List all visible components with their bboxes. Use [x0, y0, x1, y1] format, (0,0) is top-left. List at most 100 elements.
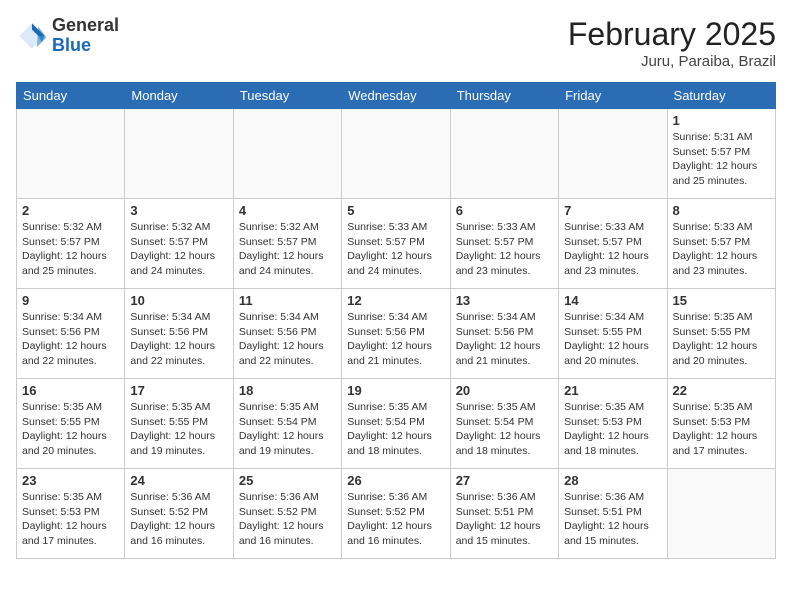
day-info: Sunrise: 5:33 AM Sunset: 5:57 PM Dayligh… [456, 220, 553, 279]
day-cell: 6Sunrise: 5:33 AM Sunset: 5:57 PM Daylig… [450, 199, 558, 289]
day-cell: 16 Sunrise: 5:35 AM Sunset: 5:55 PM Dayli… [17, 379, 125, 469]
logo-icon [16, 20, 48, 52]
day-number: 8 [673, 203, 770, 218]
day-number: 14 [564, 293, 661, 308]
day-cell: 25 Sunrise: 5:36 AM Sunset: 5:52 PM Dayli… [233, 469, 341, 559]
day-cell: 1Sunrise: 5:31 AM Sunset: 5:57 PM Daylig… [667, 109, 775, 199]
day-info: Sunrise: 5:35 AM Sunset: 5:53 PM Dayligh… [673, 400, 770, 459]
day-number: 10 [130, 293, 227, 308]
day-cell: 11Sunrise: 5:34 AM Sunset: 5:56 PM Dayli… [233, 289, 341, 379]
weekday-header-monday: Monday [125, 83, 233, 109]
day-cell [17, 109, 125, 199]
day-cell: 22Sunrise: 5:35 AM Sunset: 5:53 PM Dayli… [667, 379, 775, 469]
day-cell: 13 Sunrise: 5:34 AM Sunset: 5:56 PM Dayli… [450, 289, 558, 379]
day-cell [233, 109, 341, 199]
location: Juru, Paraiba, Brazil [568, 53, 776, 70]
day-cell: 23 Sunrise: 5:35 AM Sunset: 5:53 PM Dayli… [17, 469, 125, 559]
day-info: Sunrise: 5:34 AM Sunset: 5:56 PM Dayligh… [130, 310, 227, 369]
day-number: 23 [22, 473, 119, 488]
day-cell: 19 Sunrise: 5:35 AM Sunset: 5:54 PM Dayli… [342, 379, 450, 469]
title-block: February 2025 Juru, Paraiba, Brazil [568, 16, 776, 70]
day-cell [667, 469, 775, 559]
day-number: 17 [130, 383, 227, 398]
day-number: 4 [239, 203, 336, 218]
day-number: 28 [564, 473, 661, 488]
day-cell: 24 Sunrise: 5:36 AM Sunset: 5:52 PM Dayli… [125, 469, 233, 559]
day-cell: 21 Sunrise: 5:35 AM Sunset: 5:53 PM Dayli… [559, 379, 667, 469]
page-header: General Blue February 2025 Juru, Paraiba… [16, 16, 776, 70]
day-number: 27 [456, 473, 553, 488]
day-info: Sunrise: 5:34 AM Sunset: 5:56 PM Dayligh… [456, 310, 553, 369]
day-number: 19 [347, 383, 444, 398]
weekday-header-wednesday: Wednesday [342, 83, 450, 109]
day-number: 20 [456, 383, 553, 398]
day-info: Sunrise: 5:35 AM Sunset: 5:54 PM Dayligh… [347, 400, 444, 459]
day-cell: 15 Sunrise: 5:35 AM Sunset: 5:55 PM Dayli… [667, 289, 775, 379]
day-info: Sunrise: 5:33 AM Sunset: 5:57 PM Dayligh… [673, 220, 770, 279]
day-info: Sunrise: 5:36 AM Sunset: 5:52 PM Dayligh… [130, 490, 227, 549]
day-info: Sunrise: 5:33 AM Sunset: 5:57 PM Dayligh… [564, 220, 661, 279]
day-cell [450, 109, 558, 199]
week-row-4: 16 Sunrise: 5:35 AM Sunset: 5:55 PM Dayli… [17, 379, 776, 469]
day-cell: 17 Sunrise: 5:35 AM Sunset: 5:55 PM Dayli… [125, 379, 233, 469]
day-info: Sunrise: 5:36 AM Sunset: 5:52 PM Dayligh… [239, 490, 336, 549]
day-info: Sunrise: 5:35 AM Sunset: 5:55 PM Dayligh… [673, 310, 770, 369]
day-number: 7 [564, 203, 661, 218]
day-info: Sunrise: 5:34 AM Sunset: 5:55 PM Dayligh… [564, 310, 661, 369]
day-info: Sunrise: 5:34 AM Sunset: 5:56 PM Dayligh… [22, 310, 119, 369]
day-number: 2 [22, 203, 119, 218]
day-number: 13 [456, 293, 553, 308]
logo-text: General Blue [52, 16, 119, 56]
day-info: Sunrise: 5:35 AM Sunset: 5:53 PM Dayligh… [22, 490, 119, 549]
day-cell: 2 Sunrise: 5:32 AM Sunset: 5:57 PM Daylig… [17, 199, 125, 289]
day-info: Sunrise: 5:35 AM Sunset: 5:55 PM Dayligh… [130, 400, 227, 459]
day-number: 18 [239, 383, 336, 398]
day-number: 16 [22, 383, 119, 398]
day-cell: 4 Sunrise: 5:32 AM Sunset: 5:57 PM Daylig… [233, 199, 341, 289]
day-info: Sunrise: 5:32 AM Sunset: 5:57 PM Dayligh… [130, 220, 227, 279]
calendar: SundayMondayTuesdayWednesdayThursdayFrid… [16, 82, 776, 559]
weekday-header-tuesday: Tuesday [233, 83, 341, 109]
weekday-header-row: SundayMondayTuesdayWednesdayThursdayFrid… [17, 83, 776, 109]
day-number: 5 [347, 203, 444, 218]
day-cell: 26 Sunrise: 5:36 AM Sunset: 5:52 PM Dayli… [342, 469, 450, 559]
day-info: Sunrise: 5:35 AM Sunset: 5:54 PM Dayligh… [239, 400, 336, 459]
day-cell: 28 Sunrise: 5:36 AM Sunset: 5:51 PM Dayli… [559, 469, 667, 559]
weekday-header-thursday: Thursday [450, 83, 558, 109]
day-cell: 9 Sunrise: 5:34 AM Sunset: 5:56 PM Daylig… [17, 289, 125, 379]
day-number: 21 [564, 383, 661, 398]
day-info: Sunrise: 5:33 AM Sunset: 5:57 PM Dayligh… [347, 220, 444, 279]
day-number: 25 [239, 473, 336, 488]
day-number: 9 [22, 293, 119, 308]
day-info: Sunrise: 5:36 AM Sunset: 5:51 PM Dayligh… [564, 490, 661, 549]
day-info: Sunrise: 5:34 AM Sunset: 5:56 PM Dayligh… [239, 310, 336, 369]
week-row-5: 23 Sunrise: 5:35 AM Sunset: 5:53 PM Dayli… [17, 469, 776, 559]
day-number: 26 [347, 473, 444, 488]
day-number: 15 [673, 293, 770, 308]
day-cell [342, 109, 450, 199]
day-cell [125, 109, 233, 199]
day-number: 12 [347, 293, 444, 308]
day-info: Sunrise: 5:35 AM Sunset: 5:55 PM Dayligh… [22, 400, 119, 459]
day-info: Sunrise: 5:36 AM Sunset: 5:51 PM Dayligh… [456, 490, 553, 549]
day-cell: 20 Sunrise: 5:35 AM Sunset: 5:54 PM Dayli… [450, 379, 558, 469]
week-row-2: 2 Sunrise: 5:32 AM Sunset: 5:57 PM Daylig… [17, 199, 776, 289]
day-info: Sunrise: 5:36 AM Sunset: 5:52 PM Dayligh… [347, 490, 444, 549]
weekday-header-friday: Friday [559, 83, 667, 109]
day-cell: 27 Sunrise: 5:36 AM Sunset: 5:51 PM Dayli… [450, 469, 558, 559]
day-info: Sunrise: 5:34 AM Sunset: 5:56 PM Dayligh… [347, 310, 444, 369]
day-cell: 3Sunrise: 5:32 AM Sunset: 5:57 PM Daylig… [125, 199, 233, 289]
day-number: 24 [130, 473, 227, 488]
day-info: Sunrise: 5:32 AM Sunset: 5:57 PM Dayligh… [239, 220, 336, 279]
logo: General Blue [16, 16, 119, 56]
day-info: Sunrise: 5:32 AM Sunset: 5:57 PM Dayligh… [22, 220, 119, 279]
weekday-header-sunday: Sunday [17, 83, 125, 109]
day-cell: 8 Sunrise: 5:33 AM Sunset: 5:57 PM Daylig… [667, 199, 775, 289]
day-info: Sunrise: 5:35 AM Sunset: 5:54 PM Dayligh… [456, 400, 553, 459]
day-cell: 14 Sunrise: 5:34 AM Sunset: 5:55 PM Dayli… [559, 289, 667, 379]
day-cell: 18 Sunrise: 5:35 AM Sunset: 5:54 PM Dayli… [233, 379, 341, 469]
weekday-header-saturday: Saturday [667, 83, 775, 109]
day-cell [559, 109, 667, 199]
day-info: Sunrise: 5:35 AM Sunset: 5:53 PM Dayligh… [564, 400, 661, 459]
day-cell: 10 Sunrise: 5:34 AM Sunset: 5:56 PM Dayli… [125, 289, 233, 379]
